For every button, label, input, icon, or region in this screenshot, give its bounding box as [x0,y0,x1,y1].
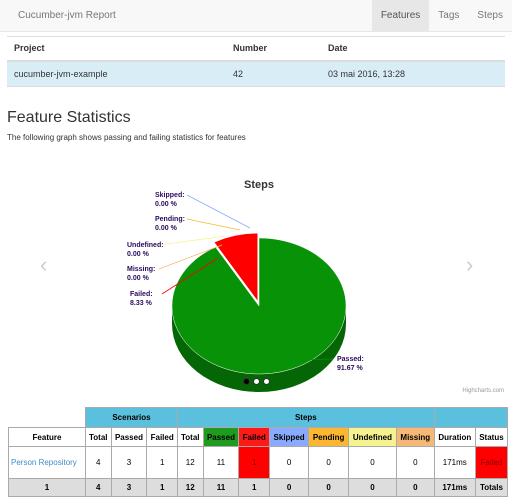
group-steps: Steps [176,407,435,428]
value-missing: 0.00 % [127,275,150,282]
nav-tags[interactable]: Tags [429,0,468,32]
value-pending: 0.00 % [155,225,178,232]
label-passed: Passed: [337,356,364,363]
label-missing: Missing: [127,266,155,273]
project-name: cucumber-jvm-example [7,60,226,87]
total-cell: 12 [176,478,204,497]
date-header: Date [321,36,505,62]
cell: 12 [176,446,204,479]
cell: 1 [146,446,178,479]
total-cell: 0 [268,478,310,497]
col-steps-pending[interactable]: Pending [308,427,349,447]
feature-stats-table: Scenarios Steps Feature Total Passed Fai… [8,407,509,497]
total-cell: Totals [474,478,509,497]
highcharts-credit[interactable]: Highcharts.com [462,388,504,394]
cell: 0 [308,446,349,479]
nav-features[interactable]: Features [371,0,430,32]
value-passed: 91.67 % [337,365,363,372]
col-steps-undefined[interactable]: Undefined [347,427,397,447]
project-table: Project Number Date cucumber-jvm-example… [7,36,505,87]
status-badge: Failed [474,446,509,479]
cell: 4 [84,446,112,479]
total-cell: 0 [308,478,349,497]
total-cell: 3 [110,478,148,497]
project-row: cucumber-jvm-example 42 03 mai 2016, 13:… [7,60,505,87]
cell: 11 [202,446,240,479]
total-cell: 171ms [433,478,476,497]
cell: 0 [347,446,397,479]
col-scenarios-passed[interactable]: Passed [110,427,148,447]
navbar: Cucumber-jvm Report Features Tags Steps [0,0,512,32]
carousel-dot-1[interactable] [243,378,250,385]
totals-row: 1 4 3 1 12 11 1 0 0 0 0 171ms Totals [8,478,509,497]
col-steps-total[interactable]: Total [176,427,204,447]
cell: 0 [395,446,435,479]
cell: 3 [110,446,148,479]
label-failed: Failed: [130,291,153,298]
carousel-dot-3[interactable] [263,378,270,385]
total-cell: 0 [347,478,397,497]
steps-pie-chart: Steps Passed: 91.67 % Failed: 8.33 % Missing… [127,179,364,392]
col-scenarios-total[interactable]: Total [84,427,112,447]
table-row: Person Repository 4 3 1 12 11 1 0 0 0 0 … [8,446,509,479]
section-title: Feature Statistics [7,109,131,126]
pie-slice-passed[interactable] [171,237,347,375]
label-pending: Pending: [155,216,185,223]
col-steps-passed[interactable]: Passed [202,427,240,447]
total-cell: 4 [84,478,112,497]
col-status[interactable]: Status [474,427,509,447]
group-spacer [8,407,86,428]
col-feature[interactable]: Feature [8,427,86,447]
total-cell: 11 [202,478,240,497]
leader-pending [186,218,241,231]
section-subtitle: The following graph shows passing and fa… [7,133,246,142]
group-spacer-right [433,407,509,428]
col-steps-failed[interactable]: Failed [238,427,270,447]
number-header: Number [226,36,321,62]
build-date: 03 mai 2016, 13:28 [321,60,505,87]
carousel-dot-2[interactable] [253,378,260,385]
value-skipped: 0.00 % [155,201,178,208]
col-steps-skipped[interactable]: Skipped [268,427,310,447]
leader-skipped [186,194,251,229]
total-cell: 1 [8,478,86,497]
label-undefined: Undefined: [127,242,164,249]
total-cell: 0 [395,478,435,497]
nav-steps[interactable]: Steps [468,0,512,32]
project-header: Project [7,36,226,62]
value-failed: 8.33 % [130,300,153,307]
chart-title: Steps [244,179,274,191]
col-duration[interactable]: Duration [433,427,476,447]
col-scenarios-failed[interactable]: Failed [146,427,178,447]
cell-duration: 171ms [433,446,476,479]
carousel-indicators [243,378,270,385]
value-undefined: 0.00 % [127,251,150,258]
label-skipped: Skipped: [155,192,185,199]
app-brand[interactable]: Cucumber-jvm Report [18,10,116,21]
cell-failed: 1 [238,446,270,479]
group-scenarios: Scenarios [84,407,178,428]
feature-link[interactable]: Person Repository [8,446,86,479]
build-number: 42 [226,60,321,87]
total-cell: 1 [146,478,178,497]
nav-menu: Features Tags Steps [371,0,512,32]
col-steps-missing[interactable]: Missing [395,427,435,447]
cell: 0 [268,446,310,479]
total-cell: 1 [238,478,270,497]
